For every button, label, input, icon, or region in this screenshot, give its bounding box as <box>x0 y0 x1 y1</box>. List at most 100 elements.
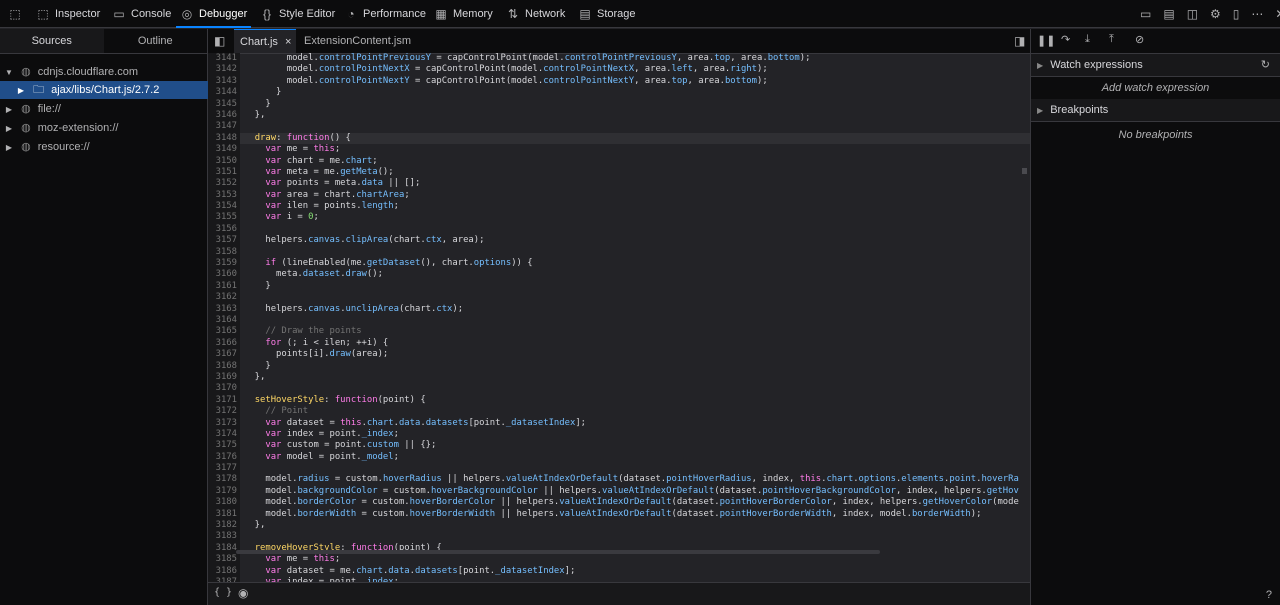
tree-item-cdnjs[interactable]: ▼ ◍ cdnjs.cloudflare.com <box>0 63 211 81</box>
code-line[interactable]: model.backgroundColor = custom.hoverBack… <box>240 486 1030 497</box>
step-out-icon[interactable]: ⤒ <box>1109 33 1114 46</box>
line-number[interactable]: 3181 <box>208 509 240 520</box>
step-in-icon[interactable]: ⤓ <box>1085 33 1090 46</box>
line-number[interactable]: 3155 <box>208 212 240 223</box>
horizontal-scrollbar[interactable] <box>236 550 880 554</box>
line-number[interactable]: 3144 <box>208 87 240 98</box>
line-number[interactable]: 3172 <box>208 406 240 417</box>
code-line[interactable]: setHoverStyle: function(point) { <box>240 395 1030 406</box>
help-icon[interactable]: ? <box>1266 589 1272 601</box>
line-number[interactable]: 3170 <box>208 383 240 394</box>
code-line[interactable] <box>240 224 1030 235</box>
watch-expressions-header[interactable]: ▶ Watch expressions ↻ <box>1031 54 1280 77</box>
line-number[interactable]: 3178 <box>208 474 240 485</box>
add-watch-expression-input[interactable]: Add watch expression <box>1031 77 1280 99</box>
line-number[interactable]: 3164 <box>208 315 240 326</box>
kebab-menu-icon[interactable]: ⋯ <box>1251 7 1263 21</box>
code-line[interactable]: meta.dataset.draw(); <box>240 269 1030 280</box>
line-number[interactable]: 3148 <box>208 133 240 144</box>
tool-tab-style-editor[interactable]: {} Style Editor <box>260 0 335 28</box>
line-number[interactable]: 3150 <box>208 156 240 167</box>
code-line[interactable] <box>240 531 1030 542</box>
close-icon[interactable]: ✕ <box>1275 7 1280 21</box>
tool-tab-console[interactable]: ▭ Console <box>112 0 171 28</box>
pause-icon[interactable]: ❚❚ <box>1037 34 1055 47</box>
tool-tab-memory[interactable]: ▦ Memory <box>434 0 492 28</box>
code-line[interactable]: points[i].draw(area); <box>240 349 1030 360</box>
line-number[interactable]: 3185 <box>208 554 240 565</box>
line-number[interactable]: 3158 <box>208 247 240 258</box>
line-number[interactable]: 3175 <box>208 440 240 451</box>
line-number[interactable]: 3167 <box>208 349 240 360</box>
line-number[interactable]: 3147 <box>208 121 240 132</box>
line-number[interactable]: 3174 <box>208 429 240 440</box>
line-number[interactable]: 3149 <box>208 144 240 155</box>
step-over-icon[interactable]: ↷ <box>1061 33 1070 46</box>
tab-outline[interactable]: Outline <box>104 29 208 53</box>
line-number[interactable]: 3152 <box>208 178 240 189</box>
pretty-print-button[interactable]: { } <box>214 587 232 598</box>
tab-extension-content[interactable]: ExtensionContent.jsm <box>304 29 411 53</box>
code-line[interactable]: } <box>240 281 1030 292</box>
line-number[interactable]: 3165 <box>208 326 240 337</box>
line-number[interactable]: 3177 <box>208 463 240 474</box>
line-number-gutter[interactable]: 3141 3142 3143 3144 3145 3146 3147 3148 3149 3150… <box>208 53 240 582</box>
code-line[interactable]: var model = point._model; <box>240 452 1030 463</box>
code-line[interactable] <box>240 292 1030 303</box>
toggle-debugger-panel-icon[interactable]: ◨ <box>1014 29 1025 53</box>
line-number[interactable]: 3186 <box>208 566 240 577</box>
blackbox-eye-icon[interactable]: ◉ <box>238 586 248 600</box>
code-line[interactable] <box>240 247 1030 258</box>
code-line[interactable]: helpers.canvas.clipArea(chart.ctx, area)… <box>240 235 1030 246</box>
tool-tab-network[interactable]: ⇅ Network <box>506 0 565 28</box>
code-line[interactable]: // Point <box>240 406 1030 417</box>
code-line[interactable]: draw: function() { <box>240 132 1030 145</box>
code-line[interactable]: var custom = point.custom || {}; <box>240 440 1030 451</box>
line-number[interactable]: 3156 <box>208 224 240 235</box>
line-number[interactable]: 3168 <box>208 361 240 372</box>
line-number[interactable]: 3153 <box>208 190 240 201</box>
code-line[interactable]: model.controlPointPreviousY = capControl… <box>240 53 1030 64</box>
code-line[interactable] <box>240 383 1030 394</box>
line-number[interactable]: 3143 <box>208 76 240 87</box>
code-line[interactable]: var chart = me.chart; <box>240 156 1030 167</box>
code-line[interactable]: var area = chart.chartArea; <box>240 190 1030 201</box>
code-line[interactable]: var meta = me.getMeta(); <box>240 167 1030 178</box>
line-number[interactable]: 3169 <box>208 372 240 383</box>
breakpoints-header[interactable]: ▶ Breakpoints <box>1031 99 1280 122</box>
line-number[interactable]: 3141 <box>208 53 240 64</box>
tree-item-chartjs-folder[interactable]: ▶ 🗀 ajax/libs/Chart.js/2.7.2 <box>0 81 223 99</box>
code-line[interactable]: model.radius = custom.hoverRadius || hel… <box>240 474 1030 485</box>
code-line[interactable]: for (; i < ilen; ++i) { <box>240 338 1030 349</box>
code-line[interactable]: var ilen = points.length; <box>240 201 1030 212</box>
line-number[interactable]: 3176 <box>208 452 240 463</box>
line-number[interactable]: 3171 <box>208 395 240 406</box>
line-number[interactable]: 3180 <box>208 497 240 508</box>
code-line[interactable]: if (lineEnabled(me.getDataset(), chart.o… <box>240 258 1030 269</box>
frames-icon[interactable]: ▤ <box>1163 7 1174 21</box>
code-line[interactable]: } <box>240 99 1030 110</box>
line-number[interactable]: 3162 <box>208 292 240 303</box>
tree-item-file[interactable]: ▶ ◍ file:// <box>0 100 211 118</box>
code-line[interactable]: helpers.canvas.unclipArea(chart.ctx); <box>240 304 1030 315</box>
line-number[interactable]: 3154 <box>208 201 240 212</box>
code-line[interactable]: var index = point._index; <box>240 429 1030 440</box>
close-tab-icon[interactable]: × <box>285 36 291 48</box>
line-number[interactable]: 3182 <box>208 520 240 531</box>
dock-options-icon[interactable]: ▭ <box>1140 7 1151 21</box>
line-number[interactable]: 3166 <box>208 338 240 349</box>
line-number[interactable]: 3179 <box>208 486 240 497</box>
code-line[interactable]: var i = 0; <box>240 212 1030 223</box>
screenshot-icon[interactable]: ◫ <box>1187 7 1198 21</box>
tool-tab-storage[interactable]: ▤ Storage <box>578 0 635 28</box>
settings-gear-icon[interactable]: ⚙ <box>1210 7 1221 21</box>
tree-item-moz-extension[interactable]: ▶ ◍ moz-extension:// <box>0 119 211 137</box>
code-line[interactable]: model.borderWidth = custom.hoverBorderWi… <box>240 509 1030 520</box>
element-picker-button[interactable]: ⬚ <box>8 0 22 28</box>
code-line[interactable]: model.controlPointNextY = capControlPoin… <box>240 76 1030 87</box>
code-line[interactable]: model.borderColor = custom.hoverBorderCo… <box>240 497 1030 508</box>
vertical-scrollbar-thumb[interactable] <box>1022 168 1027 174</box>
code-line[interactable]: }, <box>240 372 1030 383</box>
tab-chart-js[interactable]: Chart.js × <box>234 29 296 53</box>
code-line[interactable]: } <box>240 361 1030 372</box>
